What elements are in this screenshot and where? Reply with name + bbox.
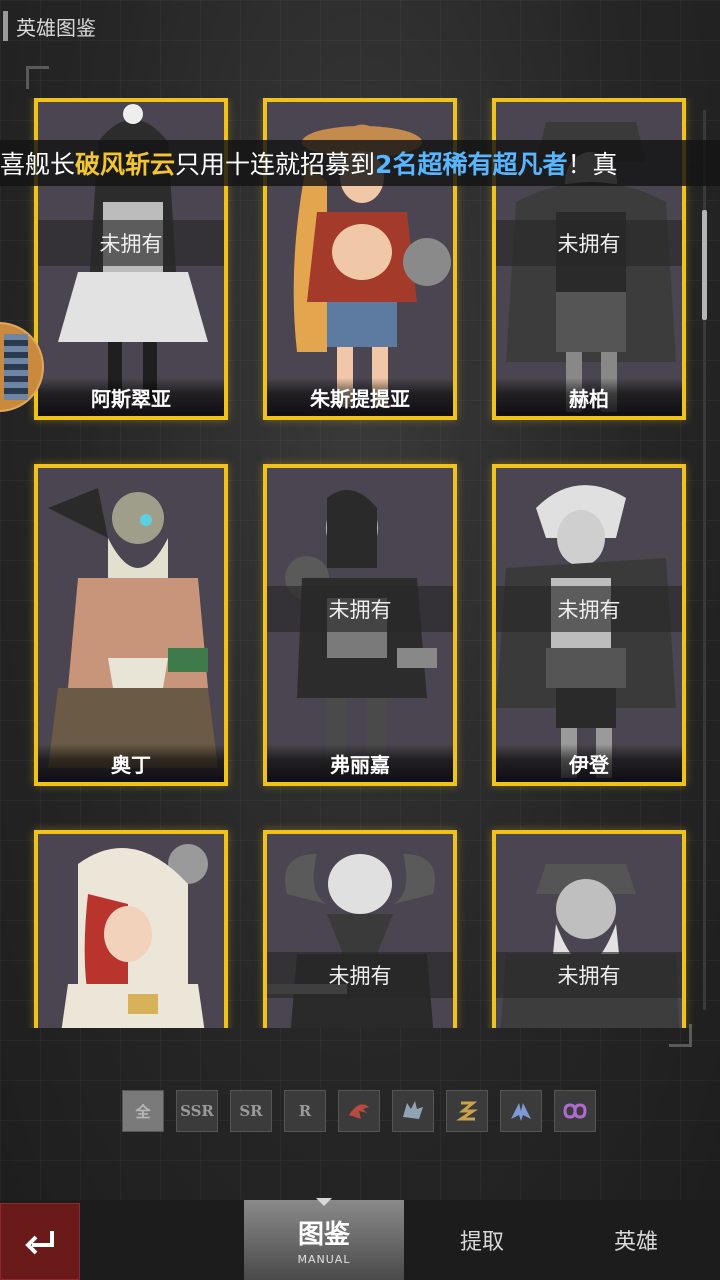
not-owned-overlay: 未拥有 — [267, 952, 453, 998]
hero-name: 朱斯提提亚 — [267, 378, 453, 416]
back-button[interactable] — [0, 1203, 80, 1280]
filter-r-button[interactable]: R — [284, 1090, 326, 1132]
not-owned-overlay: 未拥有 — [496, 952, 682, 998]
hero-portrait — [38, 468, 224, 782]
hero-card[interactable]: 未拥有 — [263, 830, 457, 1028]
filter-all-button[interactable]: 全 — [122, 1090, 164, 1132]
not-owned-overlay: 未拥有 — [496, 586, 682, 632]
filter-bar: 全 SSR SR R — [122, 1090, 596, 1132]
tab-manual[interactable]: 图鉴 MANUAL — [244, 1198, 404, 1280]
claw-faction-icon — [349, 1104, 369, 1119]
hero-portrait — [38, 834, 224, 1028]
filter-ssr-button[interactable]: SSR — [176, 1090, 218, 1132]
filter-infinity-button[interactable] — [554, 1090, 596, 1132]
hero-name: 伊登 — [496, 744, 682, 782]
hero-name: 弗丽嘉 — [267, 744, 453, 782]
filter-claw-button[interactable] — [338, 1090, 380, 1132]
title-marker — [3, 11, 8, 41]
wolf-faction-icon — [403, 1101, 423, 1119]
filter-serpent-button[interactable] — [446, 1090, 488, 1132]
hero-portrait — [496, 834, 682, 1028]
tab-heroes[interactable]: 英雄 — [568, 1200, 704, 1280]
ticker-prefix: 喜舰长 — [0, 150, 76, 179]
serpent-faction-icon — [456, 1101, 478, 1121]
ticker-player-name: 破风斩云 — [75, 150, 176, 179]
hero-card[interactable]: 未拥有 伊登 — [492, 464, 686, 786]
hero-name: 赫柏 — [496, 378, 682, 416]
wings-faction-icon — [511, 1103, 531, 1121]
hero-portrait — [267, 834, 453, 1028]
not-owned-overlay: 未拥有 — [496, 220, 682, 266]
hero-name: 奥丁 — [38, 744, 224, 782]
not-owned-overlay: 未拥有 — [38, 220, 224, 266]
hero-card[interactable]: 未拥有 弗丽嘉 — [263, 464, 457, 786]
filter-sr-button[interactable]: SR — [230, 1090, 272, 1132]
ticker-reward: 2名超稀有超凡者 — [375, 150, 568, 179]
hero-grid: 未拥有 阿斯翠亚 朱斯提提亚 未拥有 赫柏 奥丁 未拥有 弗丽嘉 未拥有 伊登 … — [0, 98, 720, 1028]
ticker-suffix: ！真 — [567, 150, 618, 179]
filter-wolf-button[interactable] — [392, 1090, 434, 1132]
hero-card[interactable] — [34, 830, 228, 1028]
hero-card[interactable]: 未拥有 — [492, 830, 686, 1028]
ticker-middle: 只用十连就招募到 — [175, 150, 376, 179]
frame-corner-top-left — [26, 66, 49, 89]
page-title: 英雄图鉴 — [16, 15, 96, 40]
return-icon — [25, 1230, 54, 1254]
tab-manual-sublabel: MANUAL — [297, 1253, 351, 1266]
not-owned-overlay: 未拥有 — [267, 586, 453, 632]
side-avatar-image — [4, 334, 28, 400]
active-tab-indicator — [316, 1198, 332, 1206]
recruit-announcement-ticker: 喜舰长 破风斩云 只用十连就招募到 2名超稀有超凡者 ！真 — [0, 140, 720, 186]
tab-manual-label: 图鉴 — [297, 1220, 350, 1250]
infinity-faction-icon — [563, 1103, 587, 1119]
title-bar: 英雄图鉴 — [0, 10, 96, 42]
tab-extract[interactable]: 提取 — [412, 1200, 552, 1280]
hero-card[interactable]: 奥丁 — [34, 464, 228, 786]
filter-wings-button[interactable] — [500, 1090, 542, 1132]
hero-name: 阿斯翠亚 — [38, 378, 224, 416]
